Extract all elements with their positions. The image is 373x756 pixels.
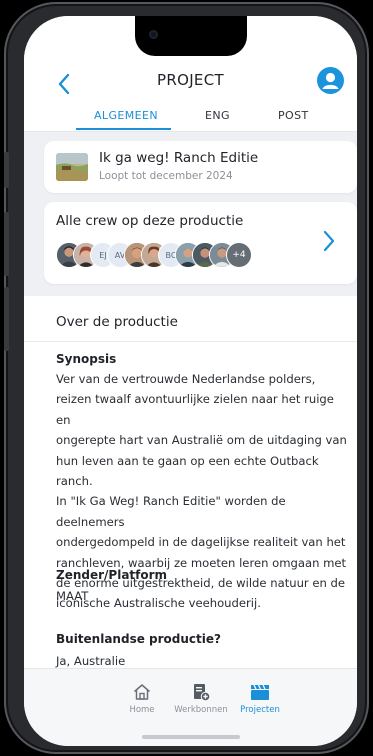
tab-post[interactable]: POST xyxy=(278,109,309,122)
broadcaster-label: Zender/Platform xyxy=(56,568,168,582)
synopsis-line: ondergedompeld in de dagelijkse realitei… xyxy=(56,535,346,550)
nav-projecten[interactable]: Projecten xyxy=(220,681,300,715)
tab-bar: ALGEMEEN ENG POST xyxy=(24,109,357,129)
home-icon xyxy=(134,684,150,700)
production-title: Ik ga weg! Ranch Editie xyxy=(99,150,259,166)
synopsis-line: iconische Australische veehouderij. xyxy=(56,596,261,611)
home-indicator xyxy=(142,735,240,739)
section-title: Over de productie xyxy=(56,314,178,330)
synopsis-label: Synopsis xyxy=(56,352,117,366)
production-card[interactable]: Ik ga weg! Ranch Editie Loopt tot decemb… xyxy=(44,141,357,193)
mute-switch xyxy=(4,152,9,188)
crew-open-button[interactable] xyxy=(323,230,335,256)
app-screen: PROJECT ALGEMEEN ENG POST Ik ga weg! Ran… xyxy=(24,16,357,746)
clapperboard-icon xyxy=(251,684,269,700)
notch xyxy=(135,16,247,56)
about-section: Over de productie Synopsis Ver van de ve… xyxy=(24,296,357,696)
front-camera xyxy=(149,30,158,39)
volume-down-button xyxy=(4,287,9,351)
page-title: PROJECT xyxy=(157,71,224,89)
tab-eng[interactable]: ENG xyxy=(205,109,230,122)
broadcaster-value: MAAT xyxy=(56,589,89,603)
synopsis-line: In "Ik Ga Weg! Ranch Editie" worden de d… xyxy=(56,494,286,529)
profile-button[interactable] xyxy=(317,67,344,94)
synopsis-line: hun leven aan te gaan op een echte Outba… xyxy=(56,453,319,489)
synopsis-line: reizen twaalf avontuurlijke zielen naar … xyxy=(56,392,334,427)
synopsis-line: Ver van de vertrouwde Nederlandse polder… xyxy=(56,372,316,386)
user-icon xyxy=(322,72,339,89)
crew-card[interactable]: Alle crew op deze productie EJ AV BC +4 xyxy=(44,202,357,284)
document-add-icon xyxy=(194,684,211,702)
production-period: Loopt tot december 2024 xyxy=(99,170,233,182)
active-tab-indicator xyxy=(76,128,171,130)
tab-algemeen[interactable]: ALGEMEEN xyxy=(94,109,158,122)
bottom-navigation: Home Werkbonnen Projecten xyxy=(24,668,357,746)
volume-up-button xyxy=(4,212,9,276)
section-divider xyxy=(24,341,357,342)
foreign-production-label: Buitenlandse productie? xyxy=(56,632,221,646)
foreign-production-value: Ja, Australie xyxy=(56,654,126,668)
crew-more-count[interactable]: +4 xyxy=(226,242,252,268)
production-thumbnail xyxy=(56,153,88,181)
nav-projecten-label: Projecten xyxy=(240,705,280,715)
phone-frame: PROJECT ALGEMEEN ENG POST Ik ga weg! Ran… xyxy=(4,2,369,754)
chevron-right-icon xyxy=(323,230,335,252)
synopsis-line: ongerepte hart van Australië om de uitda… xyxy=(56,433,347,448)
crew-title: Alle crew op deze productie xyxy=(56,213,244,229)
